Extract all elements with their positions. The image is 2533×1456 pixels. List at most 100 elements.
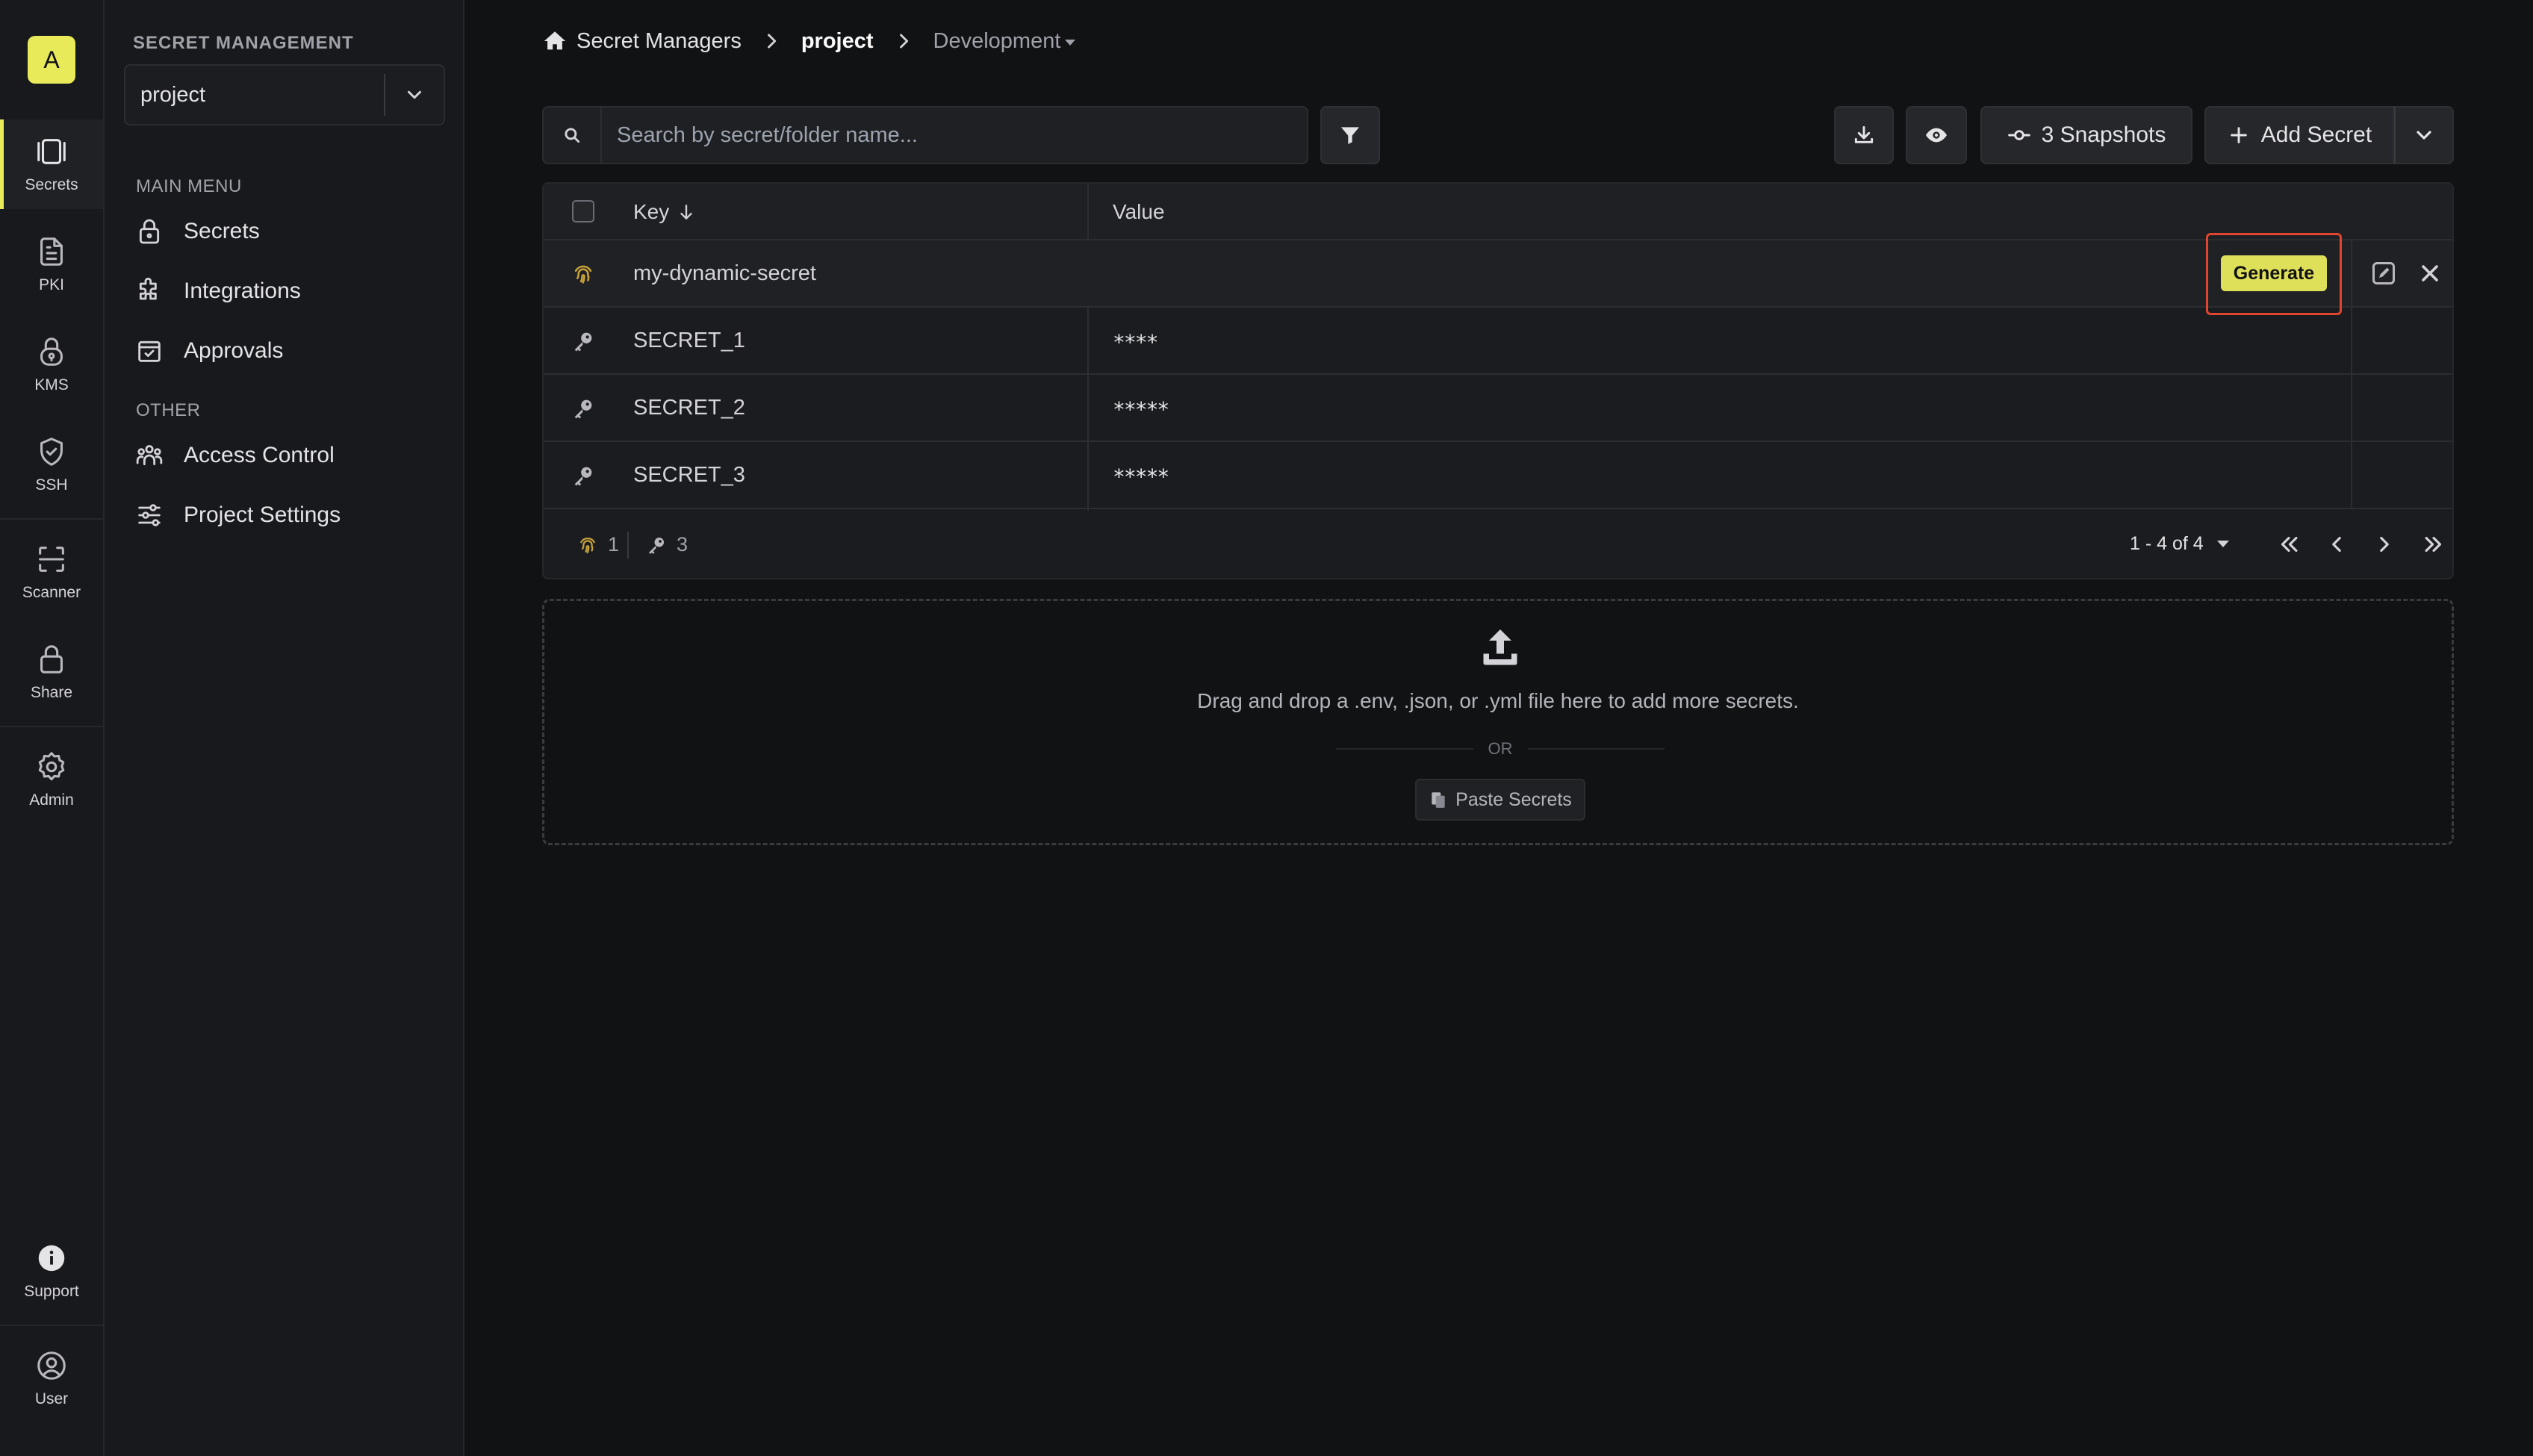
secret-value[interactable]: **** (1113, 330, 1158, 355)
add-secret-dropdown[interactable] (2394, 106, 2454, 164)
secrets-icon (37, 139, 66, 164)
sidebar-item-label: Project Settings (184, 503, 341, 527)
chevron-down-icon (2417, 131, 2431, 140)
gear-icon (38, 752, 65, 781)
snapshots-button[interactable]: 3 Snapshots (1980, 106, 2192, 164)
rail-item-admin[interactable]: Admin (0, 735, 103, 824)
secret-value[interactable]: ***** (1113, 397, 1169, 422)
secret-key[interactable]: my-dynamic-secret (633, 261, 816, 286)
sidebar-item-approvals[interactable]: Approvals (134, 329, 441, 373)
snapshots-label: 3 Snapshots (2041, 122, 2166, 147)
rail-item-support[interactable]: Support (0, 1226, 103, 1316)
secrets-table: Key Value my-dynamic-secret Generate SEC… (542, 182, 2454, 579)
table-footer: 1 3 1 - 4 of 4 (544, 511, 2452, 578)
rail-label: Secrets (25, 176, 78, 193)
table-row[interactable]: SECRET_1 **** (544, 308, 2452, 375)
paste-secrets-button[interactable]: Paste Secrets (1415, 779, 1585, 821)
key-icon (574, 399, 592, 419)
sidebar-heading: SECRET MANAGEMENT (133, 33, 354, 53)
caret-down-icon[interactable] (1065, 40, 1076, 46)
edit-icon[interactable] (2370, 260, 2397, 287)
project-select-value: project (140, 82, 206, 107)
table-row[interactable]: SECRET_2 ***** (544, 375, 2452, 442)
next-page-icon[interactable] (2372, 532, 2397, 557)
divider-line (1336, 748, 1473, 750)
first-page-icon[interactable] (2276, 532, 2302, 557)
filter-button[interactable] (1320, 106, 1380, 164)
user-circle-icon (37, 1351, 66, 1380)
column-header-key-label: Key (633, 200, 670, 223)
select-all-checkbox[interactable] (572, 200, 594, 223)
divider-line (1527, 748, 1665, 750)
last-page-icon[interactable] (2421, 532, 2446, 557)
chevron-right-icon (767, 34, 776, 49)
close-icon[interactable] (2417, 260, 2443, 287)
rail-divider (0, 1325, 103, 1326)
caret-down-icon (2216, 541, 2229, 547)
fingerprint-icon (580, 537, 595, 553)
generate-button[interactable]: Generate (2221, 255, 2327, 291)
rail-label: User (34, 1390, 69, 1407)
breadcrumb-project[interactable]: project (801, 29, 874, 54)
rail-item-scanner[interactable]: Scanner (0, 527, 103, 617)
main-menu-label: MAIN MENU (136, 176, 242, 196)
search-bar (542, 106, 1308, 164)
rail-item-pki[interactable]: PKI (0, 220, 103, 309)
rail-label: Scanner (22, 584, 81, 601)
download-button[interactable] (1834, 106, 1894, 164)
divider (627, 532, 629, 559)
shield-icon (40, 438, 63, 466)
search-input[interactable] (602, 108, 1307, 163)
static-count-value: 3 (677, 533, 689, 556)
sidebar-item-label: Access Control (184, 443, 335, 467)
rail-label: Admin (29, 791, 74, 809)
rail-item-user[interactable]: User (0, 1334, 103, 1423)
sidebar-item-secrets[interactable]: Secrets (134, 209, 441, 254)
page-size-select[interactable]: 1 - 4 of 4 (2130, 533, 2229, 555)
home-icon[interactable] (542, 28, 568, 54)
sliders-icon (138, 504, 161, 526)
page-range-label: 1 - 4 of 4 (2130, 533, 2204, 554)
previous-page-icon[interactable] (2324, 532, 2349, 557)
rail-item-kms[interactable]: KMS (0, 320, 103, 409)
users-icon (136, 445, 163, 466)
secret-key[interactable]: SECRET_3 (633, 463, 745, 488)
static-secret-count: 3 (645, 533, 688, 556)
sort-down-arrow-icon (680, 205, 692, 220)
sidebar-item-project-settings[interactable]: Project Settings (134, 493, 441, 538)
lock-icon (139, 219, 160, 244)
rail-label: Share (30, 684, 73, 701)
commit-icon (2007, 130, 2030, 140)
sidebar-item-integrations[interactable]: Integrations (134, 269, 441, 314)
sidebar-item-access-control[interactable]: Access Control (134, 433, 441, 478)
eye-icon (1926, 128, 1947, 143)
chevron-down-icon[interactable] (385, 66, 444, 124)
table-row[interactable]: SECRET_3 ***** (544, 442, 2452, 509)
org-avatar[interactable]: A (28, 36, 75, 84)
lock-icon (40, 645, 63, 673)
file-dropzone[interactable]: Drag and drop a .env, .json, or .yml fil… (542, 599, 2454, 845)
rail-item-secrets[interactable]: Secrets (0, 119, 103, 209)
rail-item-share[interactable]: Share (0, 627, 103, 717)
secret-key[interactable]: SECRET_2 (633, 396, 745, 420)
rail-divider (0, 726, 103, 727)
add-secret-button[interactable]: Add Secret (2204, 106, 2394, 164)
table-row[interactable]: my-dynamic-secret Generate (544, 233, 2452, 315)
rail-item-ssh[interactable]: SSH (0, 420, 103, 509)
project-select[interactable]: project (124, 64, 445, 125)
calendar-check-icon (138, 340, 161, 362)
breadcrumb-secret-managers[interactable]: Secret Managers (576, 29, 742, 54)
plus-icon (2230, 127, 2247, 143)
environment-dropdown[interactable]: Development (933, 29, 1061, 54)
secret-key[interactable]: SECRET_1 (633, 329, 745, 353)
sidebar-item-label: Integrations (184, 279, 301, 303)
reveal-values-button[interactable] (1906, 106, 1967, 164)
column-header-key[interactable]: Key (633, 200, 696, 224)
rail-label: PKI (39, 276, 64, 293)
or-divider: OR (1336, 735, 1665, 762)
table-header: Key Value (544, 184, 2452, 240)
puzzle-icon (139, 278, 157, 300)
search-icon (544, 108, 602, 163)
secret-value[interactable]: ***** (1113, 464, 1169, 489)
column-divider (2351, 375, 2352, 441)
